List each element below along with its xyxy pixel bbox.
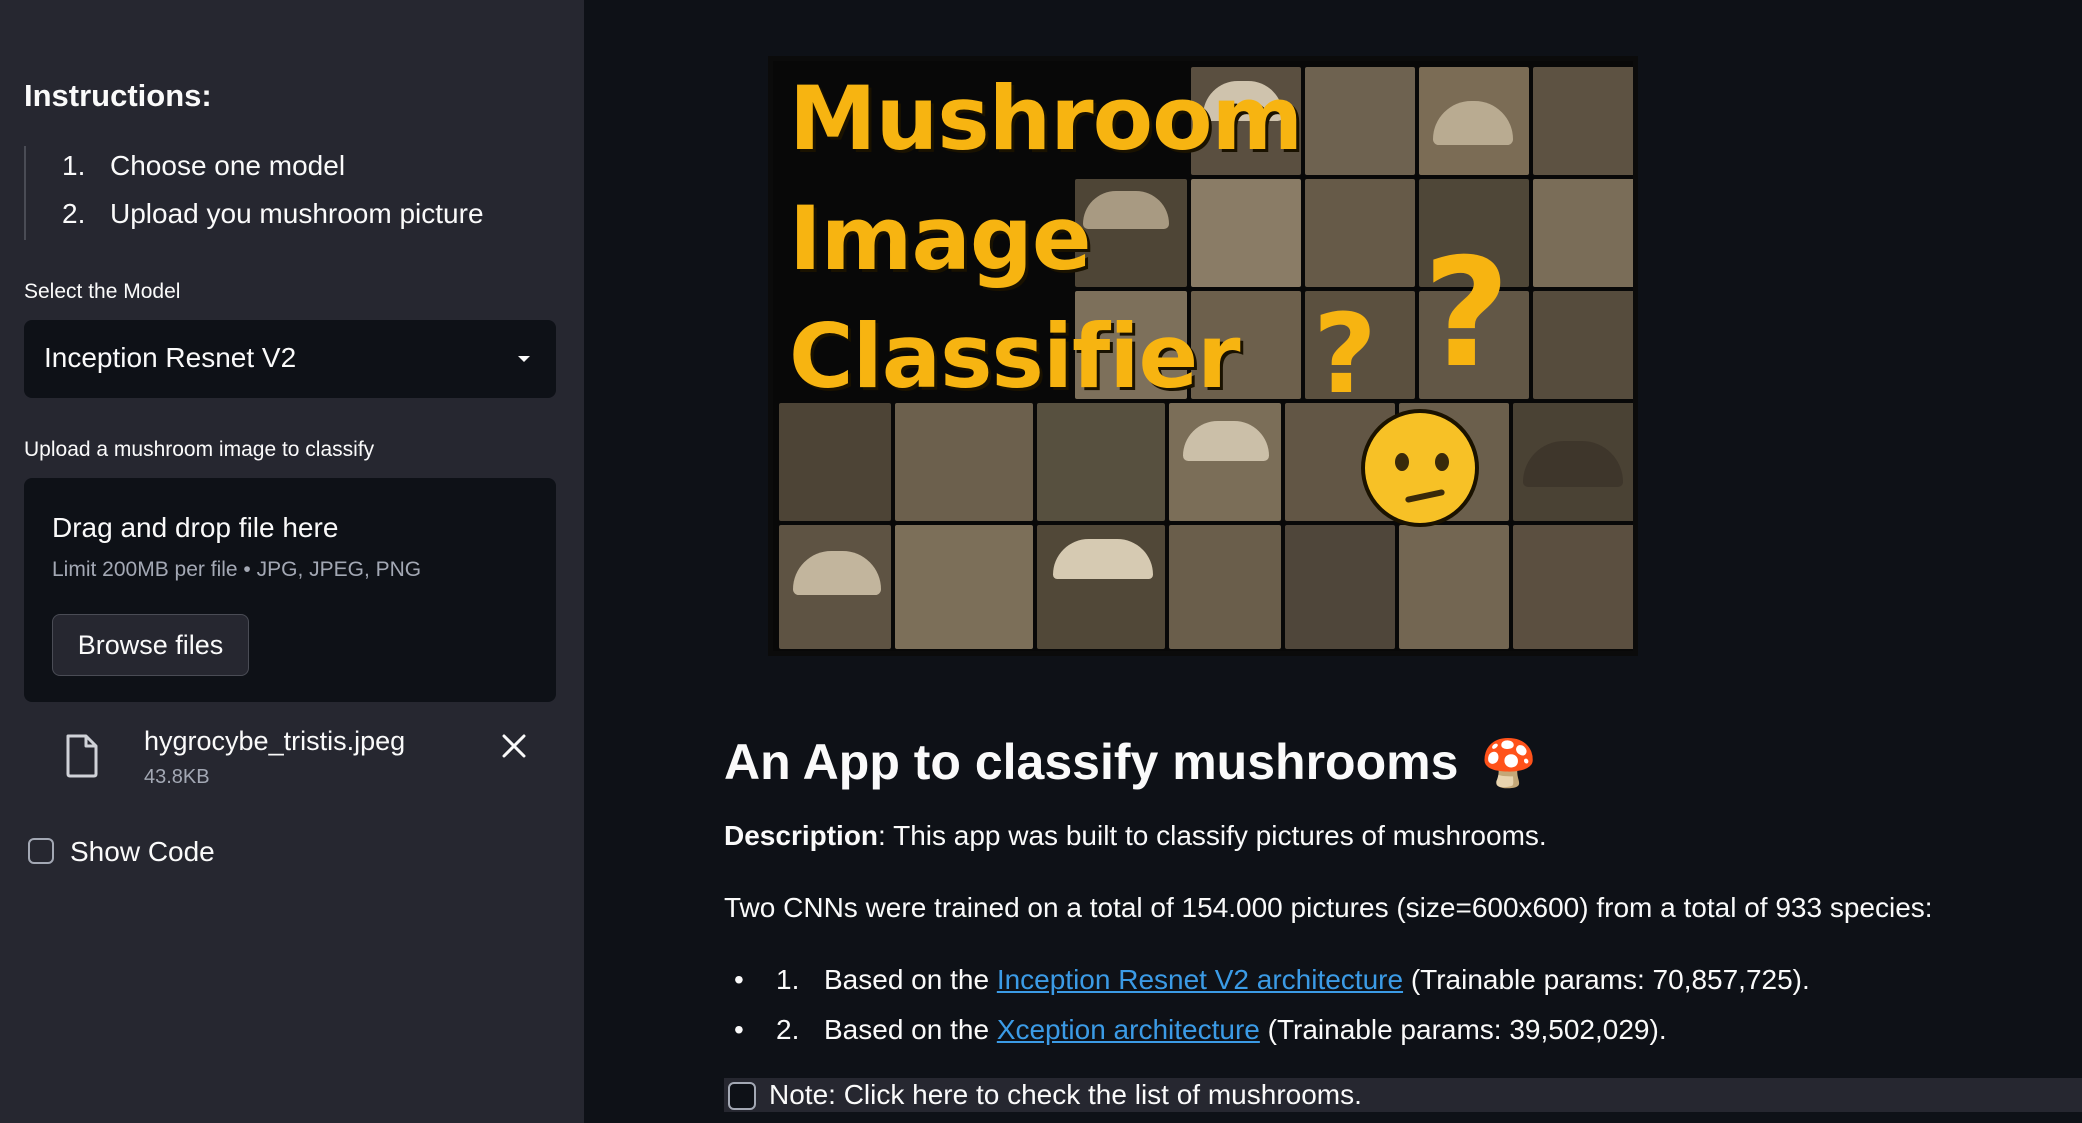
model-select[interactable]: Inception Resnet V2 <box>24 320 556 398</box>
page-title-text: An App to classify mushrooms <box>724 734 1459 790</box>
model-prefix: Based on the <box>824 964 997 995</box>
show-code-label: Show Code <box>70 836 215 867</box>
description-label: Description <box>724 820 879 851</box>
description-paragraph: Description: This app was built to class… <box>724 820 1547 852</box>
mushroom-list-toggle[interactable]: Note: Click here to check the list of mu… <box>724 1078 2082 1112</box>
model-prefix: Based on the <box>824 1014 997 1045</box>
chevron-down-icon <box>518 356 530 362</box>
model-number: 1. <box>776 964 800 995</box>
banner-title-line: Image <box>789 187 1091 290</box>
main-content: Mushroom Image Classifier ? ? An App to … <box>584 0 2082 1123</box>
model-list-item: • 2. Based on the Xception architecture (T… <box>734 1014 1667 1046</box>
uploaded-file-size: 43.8KB <box>144 766 210 788</box>
close-icon[interactable] <box>494 726 534 766</box>
browse-files-button[interactable]: Browse files <box>52 614 249 676</box>
question-mark-icon: ? <box>1313 290 1377 418</box>
banner-title-line: Classifier <box>789 305 1241 408</box>
dropzone-title: Drag and drop file here <box>52 512 339 543</box>
xception-link[interactable]: Xception architecture <box>997 1014 1260 1045</box>
description-text: : This app was built to classify picture… <box>878 820 1547 851</box>
model-params: (Trainable params: 39,502,029). <box>1259 1014 1667 1045</box>
mushroom-list-label: Note: Click here to check the list of mu… <box>769 1079 1362 1110</box>
model-select-value: Inception Resnet V2 <box>44 342 297 373</box>
page-title: An App to classify mushrooms 🍄 <box>724 733 1538 791</box>
step-number: 1. <box>62 150 86 181</box>
mushroom-icon: 🍄 <box>1480 737 1538 789</box>
sidebar: Instructions: 1. Choose one model 2. Uploa… <box>0 0 584 1123</box>
banner-title-line: Mushroom <box>789 67 1303 170</box>
show-code-checkbox[interactable] <box>28 838 54 864</box>
uploaded-file-name: hygrocybe_tristis.jpeg <box>144 726 406 756</box>
file-dropzone[interactable]: Drag and drop file here Limit 200MB per … <box>24 478 556 702</box>
step-text: Upload you mushroom picture <box>110 198 484 229</box>
instruction-step: 1. Choose one model <box>62 150 345 182</box>
file-icon <box>66 734 98 778</box>
model-select-label: Select the Model <box>24 280 181 303</box>
mushroom-list-checkbox[interactable] <box>728 1082 756 1110</box>
step-text: Choose one model <box>110 150 346 181</box>
uploaded-file-row: hygrocybe_tristis.jpeg 43.8KB <box>24 720 556 790</box>
question-mark-icon: ? <box>1423 227 1511 401</box>
instruction-step: 2. Upload you mushroom picture <box>62 198 484 230</box>
dropzone-limits: Limit 200MB per file • JPG, JPEG, PNG <box>52 558 422 581</box>
bullet: • <box>734 964 744 995</box>
model-params: (Trainable params: 70,857,725). <box>1403 964 1810 995</box>
bullet: • <box>734 1014 744 1045</box>
instructions-list: 1. Choose one model 2. Upload you mushroom… <box>24 146 556 240</box>
thinking-face-icon <box>1361 409 1479 527</box>
training-paragraph: Two CNNs were trained on a total of 154.… <box>724 892 1933 923</box>
banner-image: Mushroom Image Classifier ? ? <box>768 56 1638 656</box>
inception-resnet-link[interactable]: Inception Resnet V2 architecture <box>997 964 1403 995</box>
upload-label: Upload a mushroom image to classify <box>24 438 375 461</box>
model-number: 2. <box>776 1014 800 1045</box>
instructions-title: Instructions: <box>24 78 212 113</box>
model-list-item: • 1. Based on the Inception Resnet V2 arch… <box>734 964 1810 996</box>
step-number: 2. <box>62 198 86 229</box>
